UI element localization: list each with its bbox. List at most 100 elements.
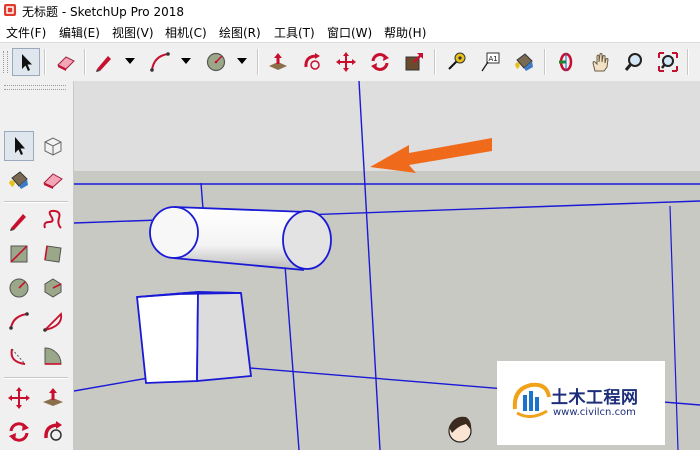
sidebar-arc-button[interactable] <box>4 307 34 337</box>
toolbar-grip[interactable] <box>3 51 8 73</box>
menu-window[interactable]: 窗口(W) <box>327 24 372 41</box>
move-icon <box>336 52 356 72</box>
sidebar-separator <box>4 377 68 379</box>
move-tool-button[interactable] <box>332 48 360 76</box>
circle-icon <box>206 52 226 72</box>
push-pull-icon <box>43 388 63 406</box>
zoom-tool-button[interactable] <box>620 48 648 76</box>
circle-tool-button[interactable] <box>202 48 230 76</box>
select-tool-button[interactable] <box>12 48 40 76</box>
polygon-icon <box>44 278 62 298</box>
arc-dropdown-chevron-down-icon[interactable] <box>181 58 191 64</box>
scale-icon <box>405 53 423 71</box>
axis-line <box>200 182 204 210</box>
sidebar-arc-2-button[interactable] <box>38 307 68 337</box>
circle-icon <box>9 278 29 298</box>
sidebar-rectangle-button[interactable] <box>4 239 34 269</box>
text-tool-button[interactable]: A1 <box>476 48 504 76</box>
move-icon <box>8 387 30 409</box>
menu-edit[interactable]: 编辑(E) <box>59 24 100 41</box>
circle-dropdown-chevron-down-icon[interactable] <box>237 58 247 64</box>
person-figure-icon <box>448 416 472 443</box>
follow-me-icon <box>44 421 62 441</box>
sidebar-push-pull-button[interactable] <box>38 383 68 413</box>
arc-3-icon <box>10 348 26 365</box>
freehand-icon <box>43 209 62 229</box>
sidebar-select-button[interactable] <box>4 131 34 161</box>
sidebar-circle-button[interactable] <box>4 273 34 303</box>
push-pull-tool-button[interactable] <box>264 48 292 76</box>
sidebar-pie-button[interactable] <box>38 341 68 371</box>
toolbar-separator <box>84 49 86 75</box>
component-icon <box>44 137 62 156</box>
eraser-icon <box>57 56 75 71</box>
tape-measure-tool-button[interactable] <box>442 48 470 76</box>
tape-measure-icon <box>448 52 466 70</box>
watermark-title: 土木工程网 <box>551 388 639 408</box>
sidebar-rotated-rectangle-button[interactable] <box>38 239 68 269</box>
eraser-tool-button[interactable] <box>52 48 80 76</box>
paint-bucket-icon <box>9 171 28 189</box>
menu-file[interactable]: 文件(F) <box>6 24 46 41</box>
toolbar-separator <box>687 49 689 75</box>
text-tool-label: A1 <box>489 55 498 63</box>
line-icon <box>10 214 26 231</box>
text-icon: A1 <box>481 52 500 72</box>
sidebar-grip[interactable] <box>4 85 66 90</box>
arc-2-icon <box>43 312 63 332</box>
rotate-icon <box>371 53 389 71</box>
pencil-tool-button[interactable] <box>90 48 118 76</box>
pan-tool-button[interactable] <box>586 48 614 76</box>
menu-draw[interactable]: 绘图(R) <box>219 24 261 41</box>
arc-icon <box>9 312 29 330</box>
watermark-logo: 土木工程网 www.civilcn.com <box>497 361 665 445</box>
rotated-rectangle-icon <box>44 245 62 263</box>
rectangle-icon <box>10 245 28 263</box>
rotate-tool-button[interactable] <box>366 48 394 76</box>
push-pull-icon <box>269 53 287 70</box>
sketchup-logo-icon <box>4 4 16 16</box>
menu-help[interactable]: 帮助(H) <box>384 24 426 41</box>
sidebar-component-button[interactable] <box>38 131 68 161</box>
sidebar-freehand-button[interactable] <box>38 205 68 235</box>
scale-tool-button[interactable] <box>400 48 428 76</box>
sidebar-polygon-button[interactable] <box>38 273 68 303</box>
cube-object[interactable] <box>136 291 253 384</box>
zoom-extents-tool-button[interactable] <box>654 48 682 76</box>
title-bar: 无标题 - SketchUp Pro 2018 <box>0 0 700 23</box>
sidebar-arc-3-button[interactable] <box>4 341 34 371</box>
sidebar-eraser-button[interactable] <box>38 165 68 195</box>
menu-view[interactable]: 视图(V) <box>112 24 154 41</box>
pencil-dropdown-chevron-down-icon[interactable] <box>125 58 135 64</box>
menu-bar: 文件(F) 编辑(E) 视图(V) 相机(C) 绘图(R) 工具(T) 窗口(W… <box>0 22 700 42</box>
sidebar-line-button[interactable] <box>4 205 34 235</box>
paint-bucket-tool-button[interactable] <box>510 48 538 76</box>
toolbar-separator <box>44 49 46 75</box>
zoom-icon <box>624 53 642 71</box>
axis-line <box>669 205 679 450</box>
toolbar-separator <box>257 49 259 75</box>
watermark-url: www.civilcn.com <box>553 407 636 418</box>
sidebar-rotate-button[interactable] <box>4 417 34 447</box>
arc-tool-button[interactable] <box>146 48 174 76</box>
sidebar-move-button[interactable] <box>4 383 34 413</box>
menu-camera[interactable]: 相机(C) <box>165 24 207 41</box>
cylinder-object[interactable] <box>149 206 332 271</box>
menu-tools[interactable]: 工具(T) <box>274 24 315 41</box>
orbit-tool-button[interactable] <box>552 48 580 76</box>
toolbar-separator <box>544 49 546 75</box>
select-icon <box>15 137 25 155</box>
pie-icon <box>44 347 62 365</box>
arc-icon <box>150 52 170 72</box>
civil-engineering-logo-icon <box>512 382 551 418</box>
large-tool-set-sidebar <box>0 81 74 450</box>
pencil-icon <box>96 56 111 72</box>
sidebar-follow-me-button[interactable] <box>38 417 68 447</box>
follow-me-tool-button[interactable] <box>298 48 326 76</box>
toolbar-separator <box>434 49 436 75</box>
window-title: 无标题 - SketchUp Pro 2018 <box>22 5 184 19</box>
sidebar-paint-bucket-button[interactable] <box>4 165 34 195</box>
annotation-arrow-icon <box>370 138 492 173</box>
zoom-extents-icon <box>658 52 678 72</box>
drawing-viewport[interactable]: 土木工程网 www.civilcn.com <box>74 81 700 450</box>
